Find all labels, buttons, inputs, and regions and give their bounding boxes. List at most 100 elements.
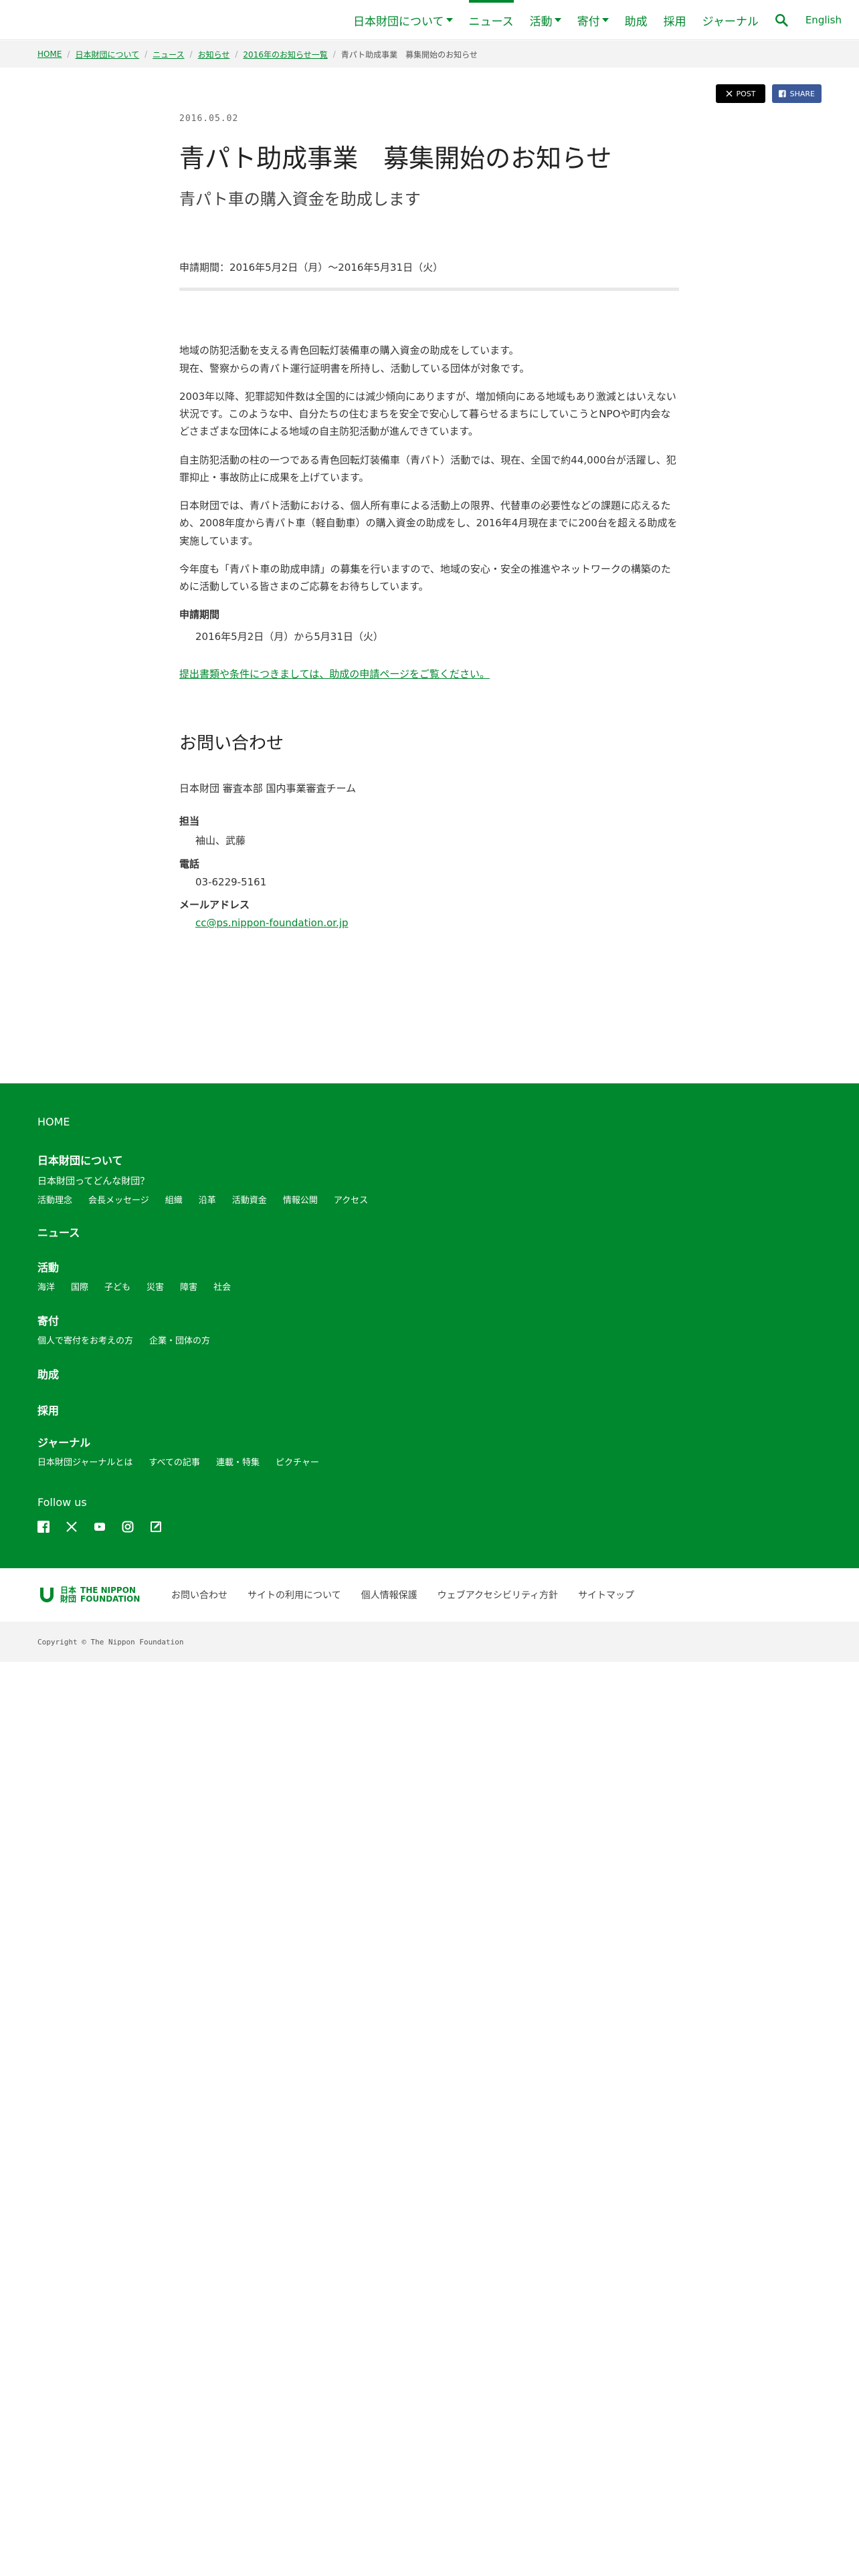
footer-journal-heading[interactable]: ジャーナル bbox=[37, 1434, 319, 1450]
nav-donate[interactable]: 寄付 bbox=[569, 0, 617, 40]
instagram-icon[interactable] bbox=[122, 1521, 134, 1533]
footer-link[interactable]: 子ども bbox=[104, 1280, 130, 1293]
breadcrumb-news[interactable]: ニュース bbox=[153, 49, 184, 60]
youtube-icon[interactable] bbox=[94, 1521, 106, 1533]
breadcrumb-separator: / bbox=[67, 49, 70, 59]
breadcrumb-about[interactable]: 日本財団について bbox=[75, 49, 139, 60]
article-paragraph: 自主防犯活動の柱の一つである青色回転灯装備車（青パト）活動では、現在、全国で約4… bbox=[179, 453, 676, 484]
logo-jp: 日本 財団 bbox=[60, 1585, 77, 1604]
footer-link[interactable]: 会長メッセージ bbox=[88, 1193, 149, 1206]
nav-news[interactable]: ニュース bbox=[461, 0, 522, 40]
x-icon[interactable] bbox=[66, 1521, 78, 1533]
footer-link[interactable]: 活動資金 bbox=[232, 1193, 267, 1206]
footer-link[interactable]: アクセス bbox=[334, 1193, 368, 1206]
contact-person-label: 担当 bbox=[179, 815, 200, 828]
footer-link[interactable]: 沿革 bbox=[199, 1193, 216, 1206]
nav-grant[interactable]: 助成 bbox=[617, 0, 656, 40]
footer-link[interactable]: 連載・特集 bbox=[216, 1455, 260, 1468]
breadcrumb-2016-notices[interactable]: 2016年のお知らせ一覧 bbox=[243, 49, 327, 60]
contact-team: 日本財団 審査本部 国内事業審査チーム bbox=[179, 782, 357, 795]
footer-news-heading[interactable]: ニュース bbox=[37, 1224, 80, 1240]
chevron-down-icon bbox=[554, 18, 561, 22]
period-value: 2016年5月2日（月）から5月31日（火） bbox=[195, 630, 383, 643]
footer-link[interactable]: 日本財団ジャーナルとは bbox=[37, 1455, 132, 1468]
footer-link[interactable]: 障害 bbox=[180, 1280, 197, 1293]
footer-link[interactable]: 社会 bbox=[213, 1280, 231, 1293]
breadcrumb-separator: / bbox=[189, 49, 193, 59]
contact-phone-value: 03-6229-5161 bbox=[195, 876, 267, 889]
nav-recruit[interactable]: 採用 bbox=[656, 0, 694, 40]
footer-donate-heading[interactable]: 寄付 bbox=[37, 1312, 210, 1328]
footer-link[interactable]: ピクチャー bbox=[276, 1455, 319, 1468]
footer-link[interactable]: 情報公開 bbox=[283, 1193, 318, 1206]
note-icon[interactable] bbox=[150, 1521, 162, 1533]
share-x-button[interactable]: POST bbox=[716, 84, 765, 103]
breadcrumb-current: 青パト助成事業 募集開始のお知らせ bbox=[341, 49, 478, 60]
footer-link[interactable]: 活動理念 bbox=[37, 1193, 72, 1206]
breadcrumb-notices[interactable]: お知らせ bbox=[198, 49, 230, 60]
x-icon bbox=[726, 90, 732, 97]
contact-person-value: 袖山、武藤 bbox=[195, 835, 246, 847]
page-subtitle: 青パト車の購入資金を助成します bbox=[179, 190, 421, 209]
article: 2016.05.02 青パト助成事業 募集開始のお知らせ 青パト車の購入資金を助… bbox=[179, 114, 679, 929]
footer-donate: 寄付 個人で寄付をお考えの方 企業・団体の方 bbox=[37, 1312, 210, 1346]
footer-link[interactable]: 海洋 bbox=[37, 1280, 55, 1293]
footer-about-sub[interactable]: 日本財団ってどんな財団？ bbox=[37, 1174, 368, 1188]
footer-link[interactable]: 個人で寄付をお考えの方 bbox=[37, 1333, 133, 1346]
article-paragraph: 今年度も「青パト車の助成申請」の募集を行いますので、地域の安心・安全の推進やネッ… bbox=[179, 562, 671, 593]
share-facebook-button[interactable]: SHARE bbox=[772, 84, 822, 103]
footer-bottom: 日本 財団 THE NIPPON FOUNDATION お問い合わせ サイトの利用に… bbox=[0, 1568, 859, 1622]
search-icon bbox=[775, 14, 788, 27]
footer-accessibility-link[interactable]: ウェブアクセシビリティ方針 bbox=[438, 1588, 558, 1602]
footer-link[interactable]: 企業・団体の方 bbox=[149, 1333, 210, 1346]
contact-phone-label: 電話 bbox=[179, 858, 200, 871]
article-paragraph: 2003年以降、犯罪認知件数は全国的には減少傾向にありますが、増加傾向にある地域… bbox=[179, 390, 676, 438]
nav-activity[interactable]: 活動 bbox=[522, 0, 569, 40]
nav-about[interactable]: 日本財団について bbox=[345, 0, 461, 40]
contact-mail-label: メールアドレス bbox=[179, 899, 250, 911]
period-label: 申請期間 bbox=[179, 609, 220, 621]
site-footer: HOME 日本財団について 日本財団ってどんな財団？ 活動理念 会長メッセージ … bbox=[0, 1083, 859, 1568]
breadcrumb-home[interactable]: HOME bbox=[37, 49, 62, 59]
nav-journal[interactable]: ジャーナル bbox=[694, 0, 767, 40]
chevron-down-icon bbox=[601, 18, 609, 22]
article-body: 地域の防犯活動を支える青色回転灯装備車の購入資金の助成をしています。 現在、警察… bbox=[179, 342, 679, 683]
footer-about: 日本財団について 日本財団ってどんな財団？ 活動理念 会長メッセージ 組織 沿革… bbox=[37, 1152, 368, 1206]
footer-about-links: 活動理念 会長メッセージ 組織 沿革 活動資金 情報公開 アクセス bbox=[37, 1193, 368, 1206]
footer-activity-heading[interactable]: 活動 bbox=[37, 1259, 231, 1275]
breadcrumb-separator: / bbox=[332, 49, 336, 59]
footer-recruit: 採用 bbox=[37, 1402, 59, 1418]
application-period-summary: 申請期間：2016年5月2日（月）〜2016年5月31日（火） bbox=[179, 260, 679, 292]
logo-icon bbox=[40, 1588, 54, 1602]
language-english-link[interactable]: English bbox=[796, 0, 859, 40]
footer-sitemap-link[interactable]: サイトマップ bbox=[578, 1588, 634, 1602]
follow-us-label: Follow us bbox=[37, 1496, 87, 1509]
search-button[interactable] bbox=[767, 0, 796, 40]
footer-link[interactable]: すべての記事 bbox=[149, 1455, 200, 1468]
contact-heading: お問い合わせ bbox=[179, 734, 284, 754]
application-page-link[interactable]: 提出書類や条件につきましては、助成の申請ページをご覧ください。 bbox=[179, 665, 679, 683]
footer-link[interactable]: 組織 bbox=[165, 1193, 183, 1206]
facebook-icon[interactable] bbox=[37, 1521, 50, 1533]
footer-about-heading[interactable]: 日本財団について bbox=[37, 1152, 368, 1168]
article-paragraph: 日本財団では、青パト活動における、個人所有車による活動上の限界、代替車の必要性な… bbox=[179, 500, 678, 547]
footer-link[interactable]: 災害 bbox=[147, 1280, 164, 1293]
contact-mail-link[interactable]: cc@ps.nippon-foundation.or.jp bbox=[179, 917, 679, 929]
footer-news: ニュース bbox=[37, 1224, 80, 1240]
footer-contact-link[interactable]: お問い合わせ bbox=[171, 1588, 227, 1602]
article-paragraph: 地域の防犯活動を支える青色回転灯装備車の購入資金の助成をしています。 現在、警察… bbox=[179, 344, 530, 374]
footer-privacy-link[interactable]: 個人情報保護 bbox=[361, 1588, 417, 1602]
footer-journal-links: 日本財団ジャーナルとは すべての記事 連載・特集 ピクチャー bbox=[37, 1455, 319, 1468]
footer-terms-link[interactable]: サイトの利用について bbox=[248, 1588, 341, 1602]
breadcrumb: HOME / 日本財団について / ニュース / お知らせ / 2016年のお知らせ一覧… bbox=[0, 41, 859, 68]
footer-link[interactable]: 国際 bbox=[71, 1280, 88, 1293]
site-header: 日本財団について ニュース 活動 寄付 助成 採用 ジャーナル English bbox=[0, 0, 859, 40]
breadcrumb-separator: / bbox=[235, 49, 238, 59]
footer-grant-heading[interactable]: 助成 bbox=[37, 1366, 59, 1382]
footer-activity-links: 海洋 国際 子ども 災害 障害 社会 bbox=[37, 1280, 231, 1293]
footer-activity: 活動 海洋 国際 子ども 災害 障害 社会 bbox=[37, 1259, 231, 1293]
footer-home-link[interactable]: HOME bbox=[37, 1115, 70, 1128]
footer-grant: 助成 bbox=[37, 1366, 59, 1382]
nippon-foundation-logo[interactable]: 日本 財団 THE NIPPON FOUNDATION bbox=[37, 1586, 171, 1604]
footer-recruit-heading[interactable]: 採用 bbox=[37, 1402, 59, 1418]
